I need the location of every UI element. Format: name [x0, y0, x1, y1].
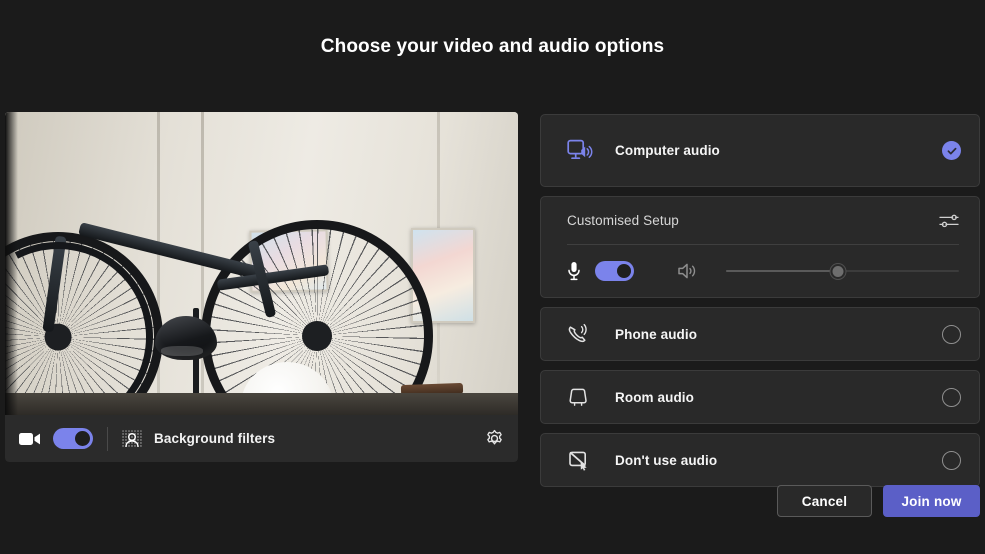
computer-speaker-icon	[567, 139, 597, 163]
customised-setup-controls	[541, 245, 979, 297]
page-title: Choose your video and audio options	[0, 36, 985, 58]
microphone-icon	[567, 261, 581, 281]
audio-option-label: Don't use audio	[615, 453, 942, 468]
option-row[interactable]: Computer audio	[541, 115, 979, 186]
option-row[interactable]: Phone audio	[541, 308, 979, 360]
radio-dont-use-audio[interactable]	[942, 451, 961, 470]
background-filters-icon	[122, 430, 142, 448]
microphone-toggle[interactable]	[595, 261, 634, 281]
gear-icon[interactable]	[485, 429, 504, 448]
audio-option-computer-audio[interactable]: Computer audio	[540, 114, 980, 187]
volume-slider-thumb[interactable]	[830, 264, 845, 279]
audio-option-room-audio[interactable]: Room audio	[540, 370, 980, 424]
audio-option-label: Computer audio	[615, 143, 942, 158]
customised-setup-card: Customised Setup	[540, 196, 980, 298]
audio-sliders-icon[interactable]	[939, 212, 959, 230]
audio-option-label: Phone audio	[615, 327, 942, 342]
radio-phone-audio[interactable]	[942, 325, 961, 344]
option-row[interactable]: Room audio	[541, 371, 979, 423]
video-preview-panel: Background filters	[5, 112, 518, 462]
dialog-actions: Cancel Join now	[777, 485, 980, 517]
join-now-button[interactable]: Join now	[883, 485, 980, 517]
option-row[interactable]: Don't use audio	[541, 434, 979, 486]
divider	[107, 427, 108, 451]
microphone-toggle-knob	[617, 264, 631, 278]
volume-slider-fill	[726, 270, 838, 272]
audio-options-list: Computer audio Customised Setup	[540, 114, 980, 496]
camera-toggle[interactable]	[53, 428, 93, 449]
phone-icon	[567, 323, 597, 345]
speaker-icon	[678, 262, 700, 280]
customised-setup-title: Customised Setup	[567, 213, 939, 228]
audio-option-label: Room audio	[615, 390, 942, 405]
background-filters-label: Background filters	[154, 431, 275, 446]
room-speaker-icon	[567, 386, 597, 408]
audio-option-phone-audio[interactable]: Phone audio	[540, 307, 980, 361]
camera-toggle-knob	[75, 431, 90, 446]
floor	[5, 393, 518, 415]
left-shadow	[5, 112, 18, 415]
video-control-bar: Background filters	[5, 415, 518, 462]
radio-room-audio[interactable]	[942, 388, 961, 407]
cancel-button[interactable]: Cancel	[777, 485, 872, 517]
no-audio-icon	[567, 449, 597, 471]
audio-option-dont-use-audio[interactable]: Don't use audio	[540, 433, 980, 487]
radio-computer-audio[interactable]	[942, 141, 961, 160]
customised-setup-header: Customised Setup	[541, 197, 979, 244]
volume-slider[interactable]	[726, 262, 959, 280]
camera-icon	[19, 431, 41, 447]
camera-feed	[5, 112, 518, 415]
